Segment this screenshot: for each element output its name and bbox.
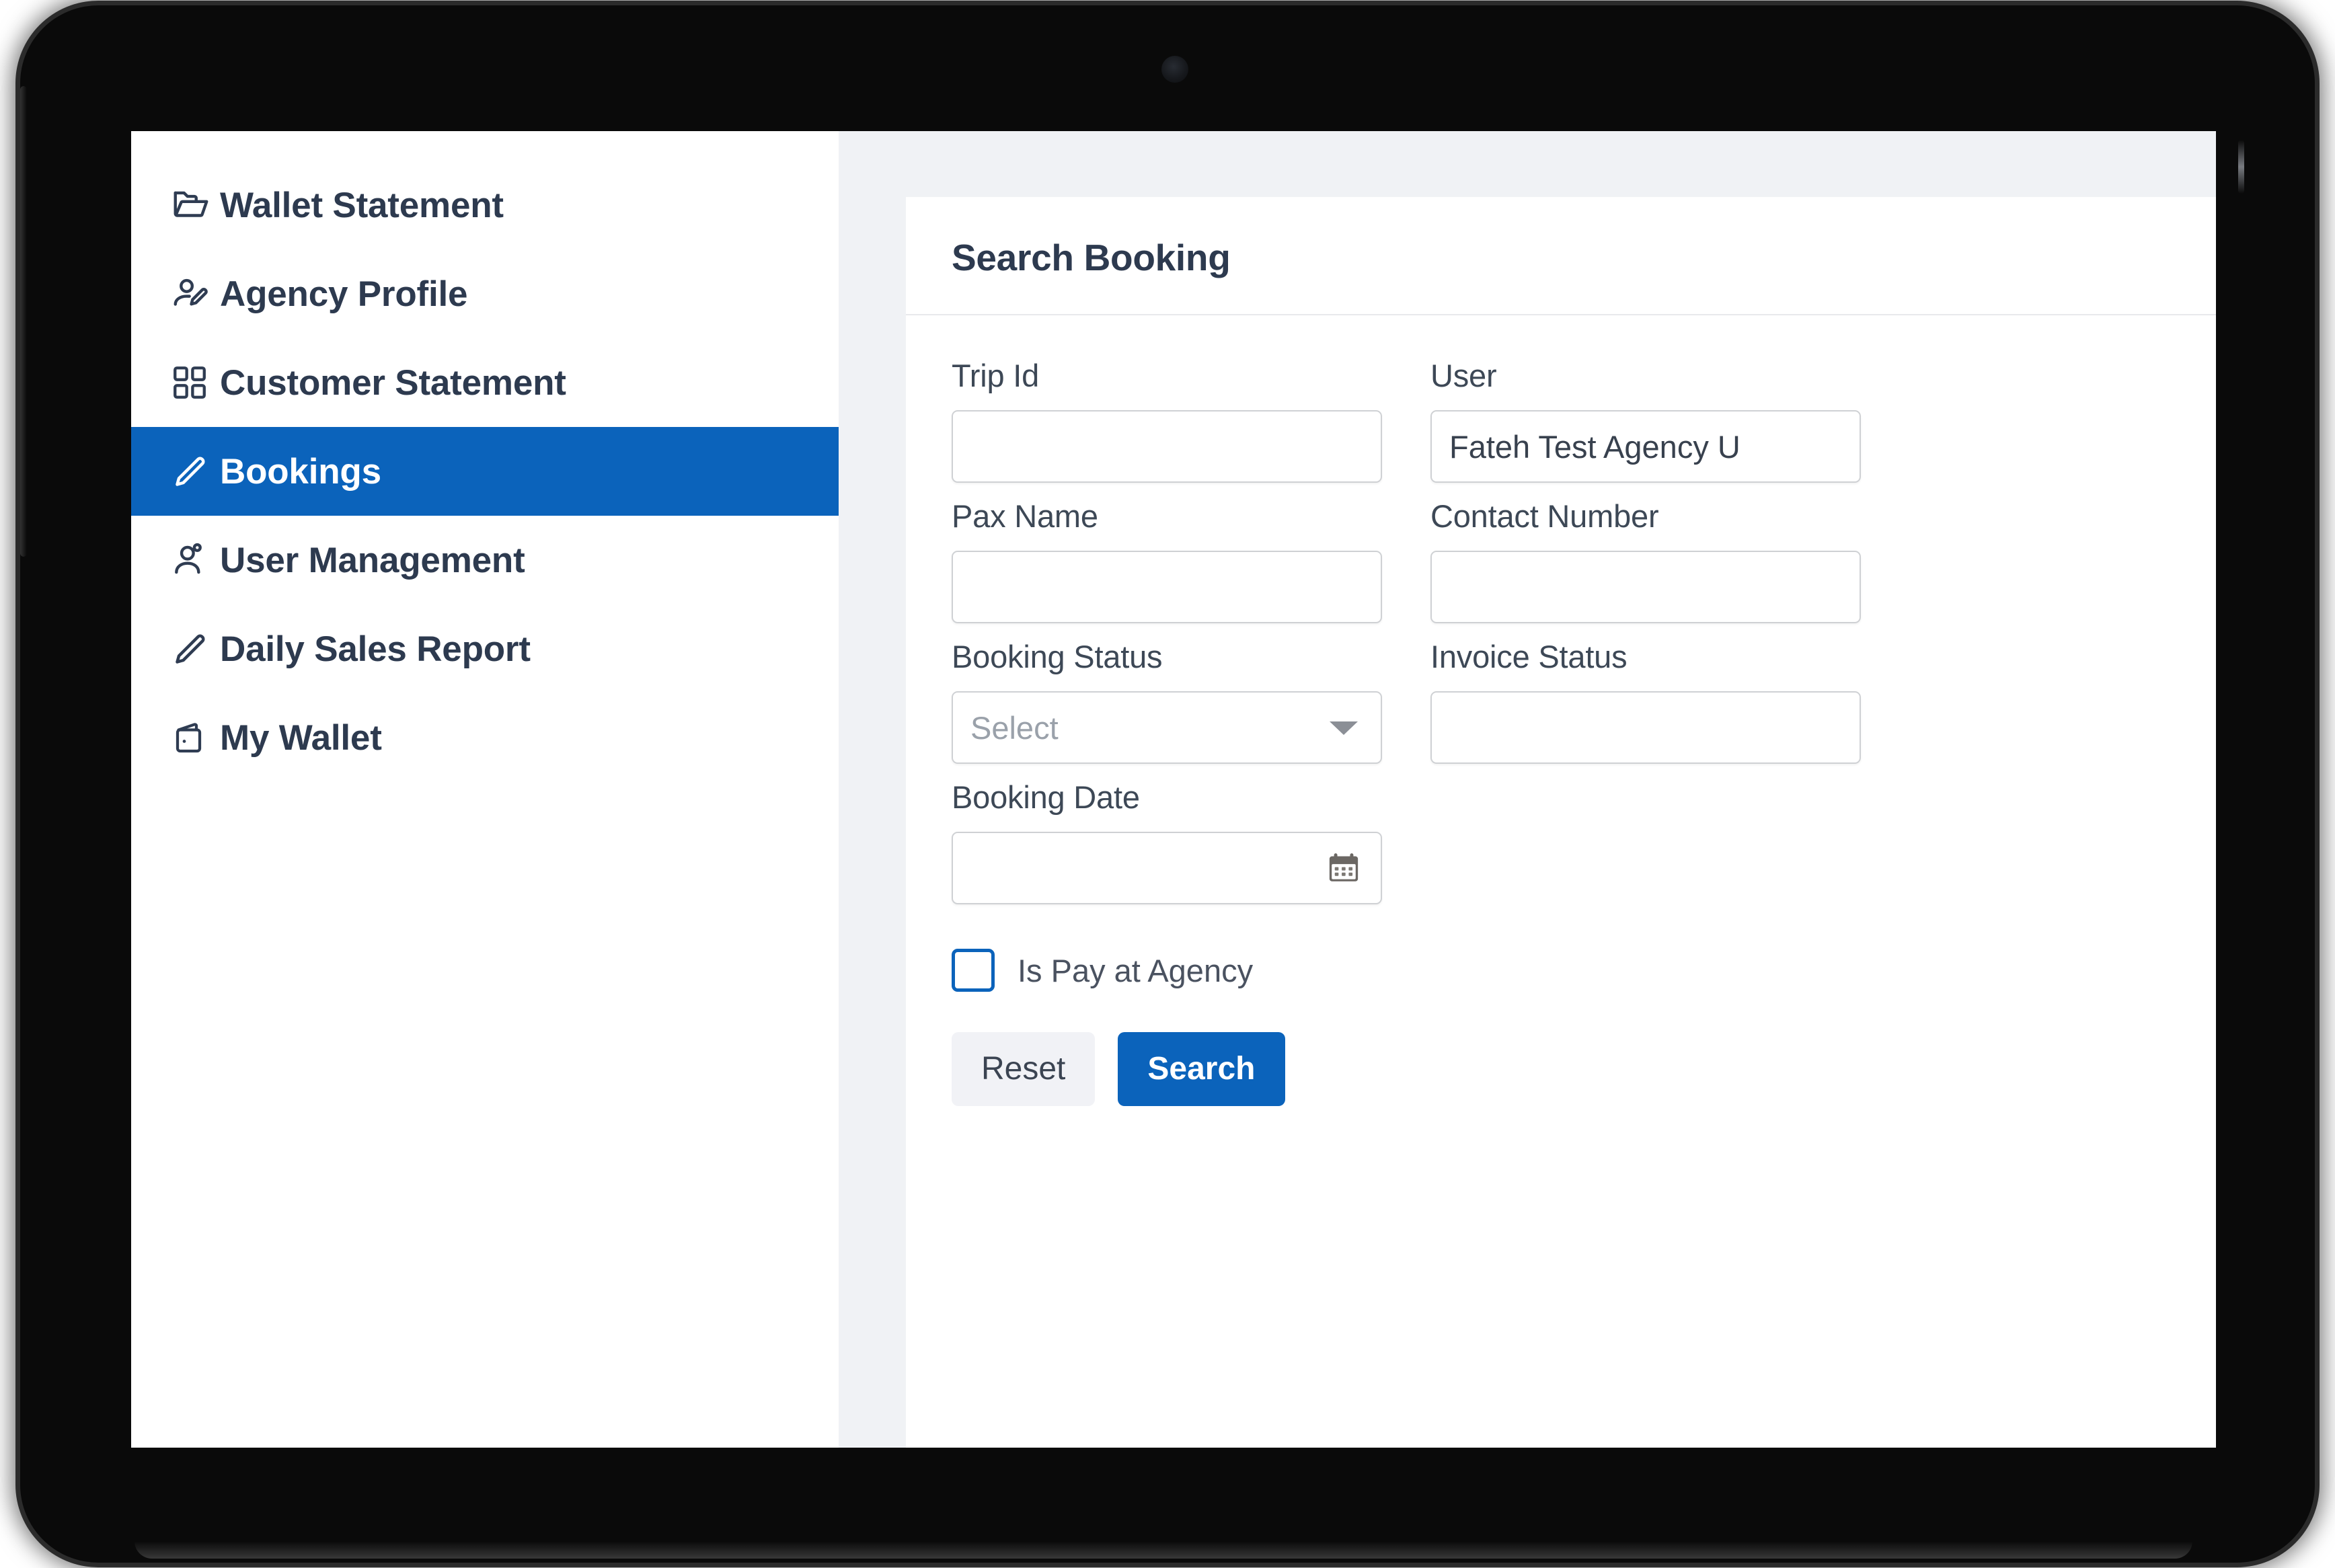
form-row: Booking Status Select Invoice Status (952, 638, 2216, 764)
field-group-user: User Fateh Test Agency U (1430, 357, 1861, 483)
search-button[interactable]: Search (1118, 1032, 1285, 1106)
front-camera-icon (1161, 56, 1188, 83)
sidebar-navigation: Wallet Statement Agency Profile Customer… (131, 131, 839, 1448)
form-row: Trip Id User Fateh Test Agency U (952, 357, 2216, 483)
sidebar-item-label: My Wallet (220, 717, 382, 758)
booking-status-value: Select (970, 709, 1059, 746)
sidebar-item-daily-sales-report[interactable]: Daily Sales Report (131, 604, 839, 693)
sidebar-item-agency-profile[interactable]: Agency Profile (131, 249, 839, 338)
chevron-down-icon (1330, 721, 1358, 735)
sidebar-item-label: User Management (220, 540, 525, 580)
form-row: Pax Name Contact Number (952, 498, 2216, 623)
users-icon (170, 539, 220, 581)
field-group-trip-id: Trip Id (952, 357, 1382, 483)
form-actions: Reset Search (952, 1032, 2216, 1106)
user-label: User (1430, 358, 1497, 393)
pax-name-input[interactable] (952, 551, 1382, 623)
wallet-icon (170, 717, 220, 758)
booking-date-input[interactable] (952, 832, 1382, 904)
field-group-booking-date: Booking Date (952, 779, 1382, 904)
layout-gutter (839, 131, 906, 1448)
invoice-status-select[interactable] (1430, 691, 1861, 764)
grid-icon (170, 363, 220, 402)
power-button-highlight (2238, 140, 2244, 194)
is-pay-at-agency-row[interactable]: Is Pay at Agency (952, 949, 2216, 992)
booking-status-select[interactable]: Select (952, 691, 1382, 764)
contact-number-input[interactable] (1430, 551, 1861, 623)
form-row: Booking Date (952, 779, 2216, 904)
pencil-icon (170, 629, 220, 669)
sidebar-item-label: Agency Profile (220, 274, 468, 314)
page-title: Search Booking (952, 237, 1231, 278)
field-group-contact-number: Contact Number (1430, 498, 1861, 623)
sidebar-item-user-management[interactable]: User Management (131, 516, 839, 604)
search-booking-form: Trip Id User Fateh Test Agency U Pax Nam… (906, 315, 2216, 1106)
pax-name-label: Pax Name (952, 498, 1098, 534)
contact-number-label: Contact Number (1430, 498, 1659, 534)
field-group-spacer (1430, 779, 1861, 904)
invoice-status-label: Invoice Status (1430, 639, 1628, 674)
bezel-highlight-bottom (135, 1541, 2192, 1559)
sidebar-item-my-wallet[interactable]: My Wallet (131, 693, 839, 782)
sidebar-item-label: Daily Sales Report (220, 629, 531, 669)
reset-button[interactable]: Reset (952, 1032, 1096, 1106)
field-group-pax-name: Pax Name (952, 498, 1382, 623)
tablet-device-frame: Wallet Statement Agency Profile Customer… (20, 5, 2315, 1563)
card-header: Search Booking (906, 197, 2216, 315)
sidebar-item-label: Customer Statement (220, 362, 566, 403)
is-pay-at-agency-label: Is Pay at Agency (1018, 952, 1254, 988)
sidebar-item-label: Bookings (220, 451, 381, 492)
sidebar-item-wallet-statement[interactable]: Wallet Statement (131, 161, 839, 249)
field-group-invoice-status: Invoice Status (1430, 638, 1861, 764)
search-booking-card: Search Booking Trip Id User Fateh Test A… (906, 197, 2216, 1448)
pencil-icon (170, 451, 220, 492)
user-value: Fateh Test Agency U (1449, 428, 1740, 465)
trip-id-label: Trip Id (952, 358, 1040, 393)
trip-id-input[interactable] (952, 410, 1382, 483)
main-content: Search Booking Trip Id User Fateh Test A… (906, 131, 2216, 1448)
field-group-booking-status: Booking Status Select (952, 638, 1382, 764)
folder-open-icon (170, 184, 220, 226)
sidebar-item-bookings[interactable]: Bookings (131, 427, 839, 516)
is-pay-at-agency-checkbox[interactable] (952, 949, 995, 992)
tablet-screen: Wallet Statement Agency Profile Customer… (131, 131, 2216, 1448)
booking-status-label: Booking Status (952, 639, 1163, 674)
calendar-icon[interactable] (1326, 850, 1362, 890)
sidebar-item-label: Wallet Statement (220, 185, 504, 225)
user-edit-icon (170, 273, 220, 315)
sidebar-item-customer-statement[interactable]: Customer Statement (131, 338, 839, 427)
booking-date-label: Booking Date (952, 779, 1140, 815)
bezel-highlight-left (20, 86, 27, 557)
user-input[interactable]: Fateh Test Agency U (1430, 410, 1861, 483)
